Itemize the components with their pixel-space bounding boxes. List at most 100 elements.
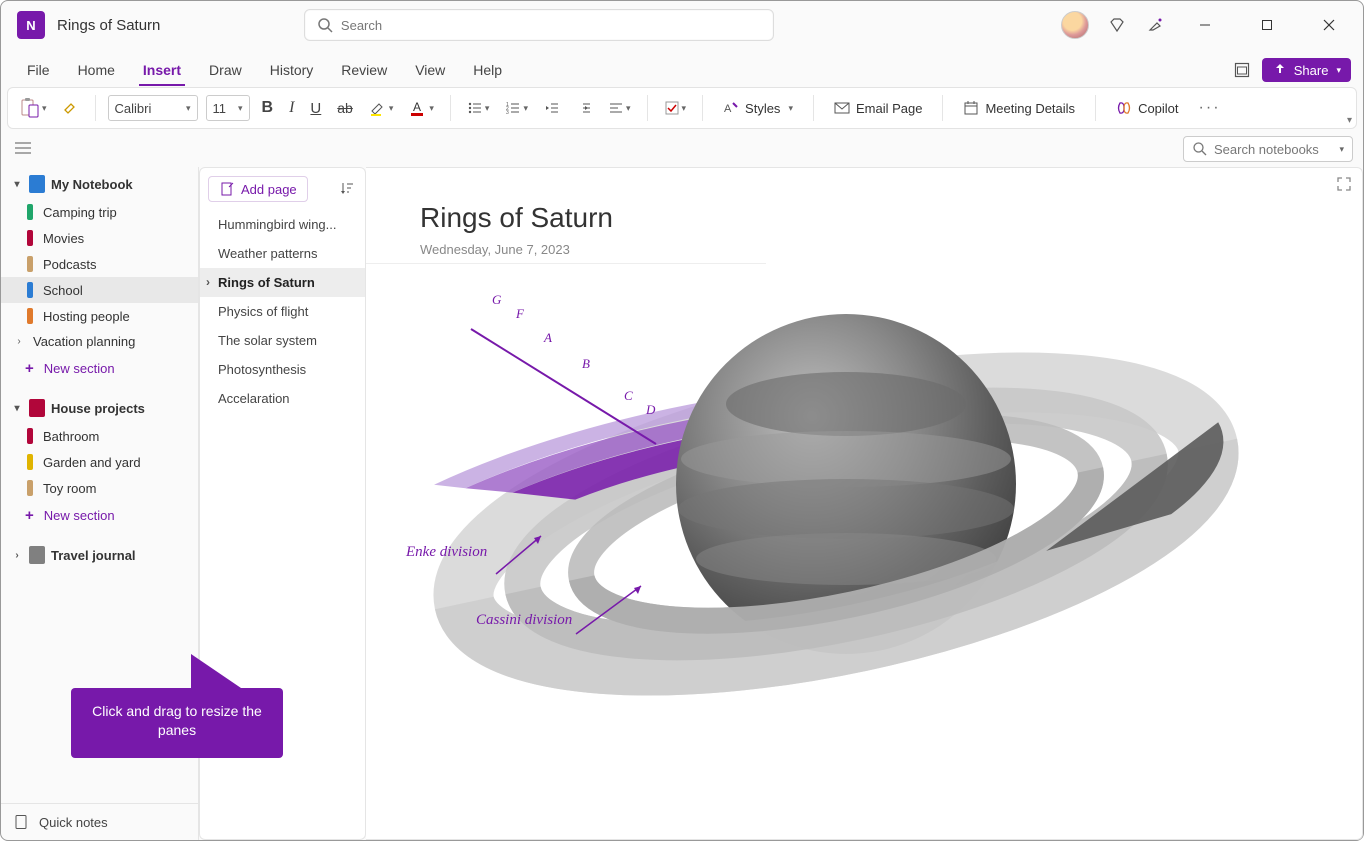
bullets-button[interactable]: ▾ (463, 93, 494, 123)
align-button[interactable]: ▾ (604, 93, 635, 123)
app-icon: N (17, 11, 45, 39)
menu-draw[interactable]: Draw (195, 58, 256, 86)
strikethrough-button[interactable]: ab (333, 93, 357, 123)
section-label: Camping trip (43, 205, 117, 220)
section-label: Movies (43, 231, 84, 246)
section-label: Garden and yard (43, 455, 141, 470)
sections-sidebar: ▾ My Notebook Camping trip Movies Podcas… (1, 167, 199, 840)
section-row[interactable]: Bathroom (1, 423, 198, 449)
page-row[interactable]: Weather patterns (200, 239, 365, 268)
ring-label-d: D (646, 402, 655, 418)
styles-button[interactable]: AStyles▾ (715, 93, 801, 123)
section-label: Vacation planning (33, 334, 135, 349)
add-page-button[interactable]: Add page (208, 176, 308, 202)
menu-view[interactable]: View (401, 58, 459, 86)
page-row[interactable]: The solar system (200, 326, 365, 355)
underline-button[interactable]: U (306, 93, 325, 123)
italic-button[interactable]: I (285, 93, 298, 123)
premium-icon[interactable] (1107, 17, 1127, 33)
document-title: Rings of Saturn (57, 17, 160, 34)
font-color-button[interactable]: A▾ (405, 93, 438, 123)
numbering-button[interactable]: 123▾ (501, 93, 532, 123)
page-row[interactable]: Physics of flight (200, 297, 365, 326)
chevron-down-icon: ▾ (184, 103, 191, 114)
paste-button[interactable]: ▾ (16, 93, 51, 123)
chevron-down-icon: ▾ (11, 403, 23, 414)
page-row[interactable]: Rings of Saturn (200, 268, 365, 297)
svg-text:A: A (413, 100, 421, 114)
chevron-down-icon: ▾ (40, 103, 47, 114)
notebook-icon (29, 175, 45, 193)
chevron-down-icon: ▾ (427, 103, 434, 114)
email-page-button[interactable]: Email Page (826, 93, 930, 123)
chevron-down-icon: ▾ (680, 103, 687, 114)
highlight-button[interactable]: ▾ (365, 93, 398, 123)
close-button[interactable] (1307, 10, 1351, 40)
section-row[interactable]: Podcasts (1, 251, 198, 277)
menu-history[interactable]: History (256, 58, 328, 86)
share-button[interactable]: Share ▾ (1262, 58, 1351, 82)
section-row[interactable]: Camping trip (1, 199, 198, 225)
notebook-group: ▾ My Notebook Camping trip Movies Podcas… (1, 169, 198, 383)
meeting-details-button[interactable]: Meeting Details (955, 93, 1083, 123)
chevron-right-icon: › (13, 336, 25, 347)
menu-insert[interactable]: Insert (129, 58, 195, 86)
menu-file[interactable]: File (13, 58, 64, 86)
bold-button[interactable]: B (258, 93, 278, 123)
page-canvas[interactable]: Rings of Saturn Wednesday, June 7, 2023 (366, 167, 1363, 840)
menu-home[interactable]: Home (64, 58, 129, 86)
page-row[interactable]: Photosynthesis (200, 355, 365, 384)
menu-review[interactable]: Review (327, 58, 401, 86)
section-row[interactable]: Movies (1, 225, 198, 251)
ring-label-b: B (582, 356, 590, 372)
section-row[interactable]: Hosting people (1, 303, 198, 329)
maximize-button[interactable] (1245, 10, 1289, 40)
tag-button[interactable]: ▾ (660, 93, 691, 123)
section-row[interactable]: Toy room (1, 475, 198, 501)
page-row[interactable]: Hummingbird wing... (200, 210, 365, 239)
notebook-title: House projects (51, 401, 145, 416)
more-commands-button[interactable]: ··· (1195, 93, 1225, 123)
menu-help[interactable]: Help (459, 58, 516, 86)
chevron-down-icon: ▾ (1334, 65, 1341, 76)
section-color-swatch (27, 480, 33, 496)
search-input[interactable]: Search (304, 9, 774, 41)
page-row[interactable]: Accelaration (200, 384, 365, 413)
app-window: N Rings of Saturn Search File Home Inser… (0, 0, 1364, 841)
page-title[interactable]: Rings of Saturn (366, 168, 1362, 234)
quick-notes-button[interactable]: Quick notes (1, 803, 198, 840)
section-group-row[interactable]: › Vacation planning (1, 329, 198, 354)
section-row[interactable]: Garden and yard (1, 449, 198, 475)
add-page-icon (219, 181, 235, 197)
notebook-icon (29, 546, 45, 564)
section-label: Podcasts (43, 257, 96, 272)
quick-notes-label: Quick notes (39, 815, 108, 830)
open-in-window-icon[interactable] (1232, 60, 1252, 80)
ring-label-f: F (516, 306, 524, 322)
notebook-header[interactable]: › Travel journal (1, 540, 198, 570)
notebook-title: My Notebook (51, 177, 133, 192)
search-notebooks-placeholder: Search notebooks (1214, 142, 1319, 157)
ribbon-expand-button[interactable]: ▾ (1347, 115, 1352, 126)
copilot-button[interactable]: Copilot (1108, 93, 1186, 123)
outdent-button[interactable] (540, 93, 564, 123)
section-row[interactable]: School (1, 277, 198, 303)
user-avatar[interactable] (1061, 11, 1089, 39)
new-section-button[interactable]: +New section (1, 354, 198, 383)
font-name-select[interactable]: Calibri▾ (108, 95, 198, 121)
notebook-group: › Travel journal (1, 540, 198, 570)
notebook-header[interactable]: ▾ House projects (1, 393, 198, 423)
search-notebooks-input[interactable]: Search notebooks ▾ (1183, 136, 1353, 162)
expand-canvas-button[interactable] (1336, 176, 1352, 195)
nav-toggle-button[interactable] (11, 140, 35, 159)
minimize-button[interactable] (1183, 10, 1227, 40)
share-icon (1272, 62, 1288, 78)
font-size-select[interactable]: 11▾ (206, 95, 250, 121)
coming-soon-icon[interactable] (1145, 17, 1165, 33)
indent-button[interactable] (572, 93, 596, 123)
new-section-button[interactable]: +New section (1, 501, 198, 530)
utility-bar: Search notebooks ▾ (1, 135, 1363, 167)
notebook-header[interactable]: ▾ My Notebook (1, 169, 198, 199)
sort-pages-button[interactable] (337, 178, 357, 201)
format-painter-button[interactable] (59, 93, 83, 123)
